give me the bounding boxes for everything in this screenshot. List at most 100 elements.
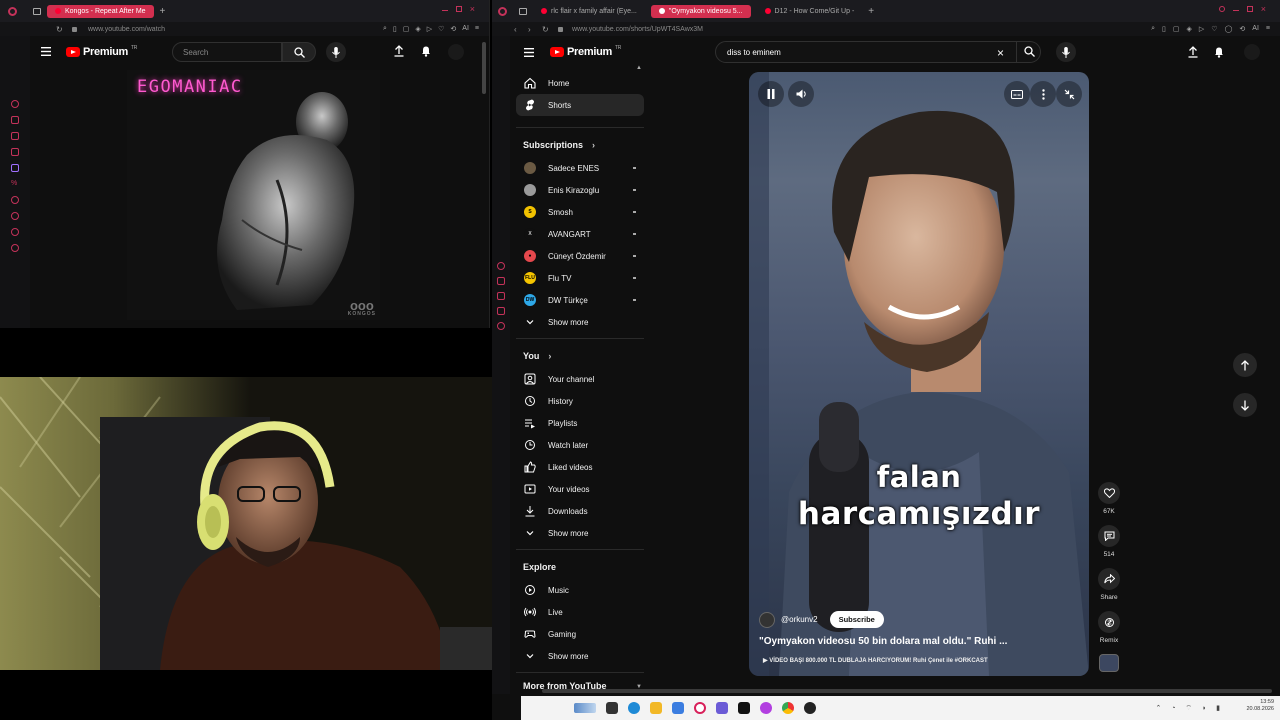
channel-handle[interactable]: @orkunv2 [781,615,818,624]
player-icon[interactable]: ▷ [427,25,432,33]
sidebar-item-subscription[interactable]: ● Cüneyt Özdemir [516,245,644,267]
hamburger-icon[interactable] [41,47,51,56]
sidebar-item-subscription[interactable]: S Smosh [516,201,644,223]
taskbar-terminal-icon[interactable] [606,702,618,714]
left-tab-active[interactable]: Kongos - Repeat After Me [47,4,154,18]
system-tray-clock[interactable]: 13:59 20.08.2026 [1246,699,1274,713]
left-search-input[interactable]: Search [172,42,282,62]
subscriptions-show-more[interactable]: Show more [516,311,644,333]
account-avatar[interactable] [1244,44,1260,60]
messenger-rail-icon[interactable] [11,132,19,140]
reload-icon[interactable]: ↻ [56,25,63,34]
remix-button[interactable] [1098,611,1120,633]
settings-rail-icon[interactable] [11,244,19,252]
youtube-premium-logo[interactable]: Premium TR [66,45,137,58]
messenger-icon[interactable]: ◯ [1225,25,1233,33]
maximize-icon[interactable] [1246,6,1253,12]
player-icon[interactable]: ▷ [1199,25,1204,33]
taskbar-messenger-icon[interactable] [760,702,772,714]
bag-rail-icon[interactable] [497,277,505,285]
telegram-rail-icon[interactable] [497,307,505,315]
snapshot-icon[interactable]: ▢ [403,25,410,33]
taskbar-opera-icon[interactable] [694,702,706,714]
left-scrollbar[interactable] [482,42,486,94]
new-tab-icon[interactable]: + [868,6,874,17]
aria-icon[interactable]: AI [462,25,469,33]
right-voice-search-button[interactable] [1056,42,1076,62]
captions-button[interactable] [1004,81,1030,107]
taskbar-obs-icon[interactable] [804,702,816,714]
short-title[interactable]: "Oymyakon videosu 50 bin dolara mal oldu… [759,636,1007,647]
pin-icon[interactable]: ▯ [393,25,397,33]
aria-rail-icon[interactable] [11,100,19,108]
taskbar-capcut-icon[interactable] [738,702,750,714]
right-tab-1[interactable]: rlc flair x family affair (Eye... [533,5,645,18]
collapse-button[interactable] [1056,81,1082,107]
close-icon[interactable]: × [470,5,475,14]
notifications-icon[interactable] [421,45,431,57]
pause-button[interactable] [758,81,784,107]
reload-icon[interactable]: ↻ [542,25,549,34]
account-avatar[interactable] [448,44,464,60]
sidebar-item-music[interactable]: Music [516,579,644,601]
previous-short-button[interactable] [1233,353,1257,377]
right-address-bar[interactable]: ‹ › ↻ www.youtube.com/shorts/UpWT4SAwx3M… [492,22,1280,36]
sidebar-item-home[interactable]: Home [516,72,644,94]
back-icon[interactable]: ‹ [514,25,517,34]
horizontal-scrollbar[interactable] [542,689,1272,693]
you-show-more[interactable]: Show more [516,522,644,544]
channel-avatar[interactable] [759,611,775,628]
notifications-icon[interactable] [1214,46,1224,58]
aria-icon[interactable]: AI [1252,25,1259,33]
upload-icon[interactable] [394,45,404,57]
aria-rail-icon[interactable] [497,262,505,270]
snapshot-icon[interactable]: ▢ [1173,25,1180,33]
explore-show-more[interactable]: Show more [516,645,644,667]
comments-button[interactable] [1098,525,1120,547]
taskbar-chrome-icon[interactable] [782,702,794,714]
maximize-icon[interactable] [455,6,462,12]
right-tab-3[interactable]: D12 - How Come/Git Up - [757,5,863,18]
sidebar-item-downloads[interactable]: Downloads [516,500,644,522]
clock-rail-icon[interactable] [11,196,19,204]
settings-rail-icon[interactable] [497,322,505,330]
left-voice-search-button[interactable] [326,42,346,62]
share-button[interactable] [1098,568,1120,590]
forward-icon[interactable]: › [528,25,531,34]
sync-icon[interactable]: ⟲ [1239,25,1245,33]
sidebar-item-shorts[interactable]: Shorts [516,94,644,116]
pin-icon[interactable]: ▯ [1162,25,1166,33]
extension-icon[interactable]: ◈ [415,25,420,33]
next-short-button[interactable] [1233,393,1257,417]
bag-rail-icon[interactable] [11,116,19,124]
telegram-rail-icon[interactable] [11,148,19,156]
taskbar-mail-icon[interactable] [672,702,684,714]
bulb-rail-icon[interactable] [11,228,19,236]
minimize-icon[interactable] [441,10,448,11]
zoom-icon[interactable]: ⌕ [1151,25,1155,33]
history-rail-icon[interactable] [11,212,19,220]
short-video-player[interactable]: falan harcamışızdır @orkunv2 Subscribe "… [749,72,1089,676]
extension-icon[interactable]: ◈ [1187,25,1192,33]
taskbar-app-icon[interactable] [574,703,596,713]
menu-icon[interactable]: ≡ [475,25,479,33]
taskbar-explorer-icon[interactable] [650,702,662,714]
menu-icon[interactable]: ≡ [1266,25,1270,33]
hamburger-icon[interactable] [524,48,534,57]
taskbar-teams-icon[interactable] [716,702,728,714]
sidebar-scroll-up-icon[interactable]: ▲ [636,65,642,71]
sync-icon[interactable]: ⟲ [450,25,456,33]
tray-icons[interactable]: ⌃ ◔ ⌔ ◗ ▮ [1155,704,1224,713]
opera-logo-icon[interactable] [498,6,507,16]
search-icon[interactable] [1024,46,1035,57]
percent-rail-icon[interactable]: % [11,180,19,188]
sidebar-item-liked-videos[interactable]: Liked videos [516,456,644,478]
right-search-input[interactable]: diss to eminem × [715,41,1017,63]
sidebar-item-subscription[interactable]: DW DW Türkçe [516,289,644,311]
twitch-rail-icon[interactable] [11,164,19,172]
sidebar-item-subscription[interactable]: FLU Flu TV [516,267,644,289]
sidebar-item-subscription[interactable]: X AVANGART [516,223,644,245]
heart-icon[interactable]: ♡ [1211,25,1217,33]
right-tab-2-active[interactable]: "Oymyakon videosu 5... [650,4,751,18]
clear-search-icon[interactable]: × [997,46,1004,60]
